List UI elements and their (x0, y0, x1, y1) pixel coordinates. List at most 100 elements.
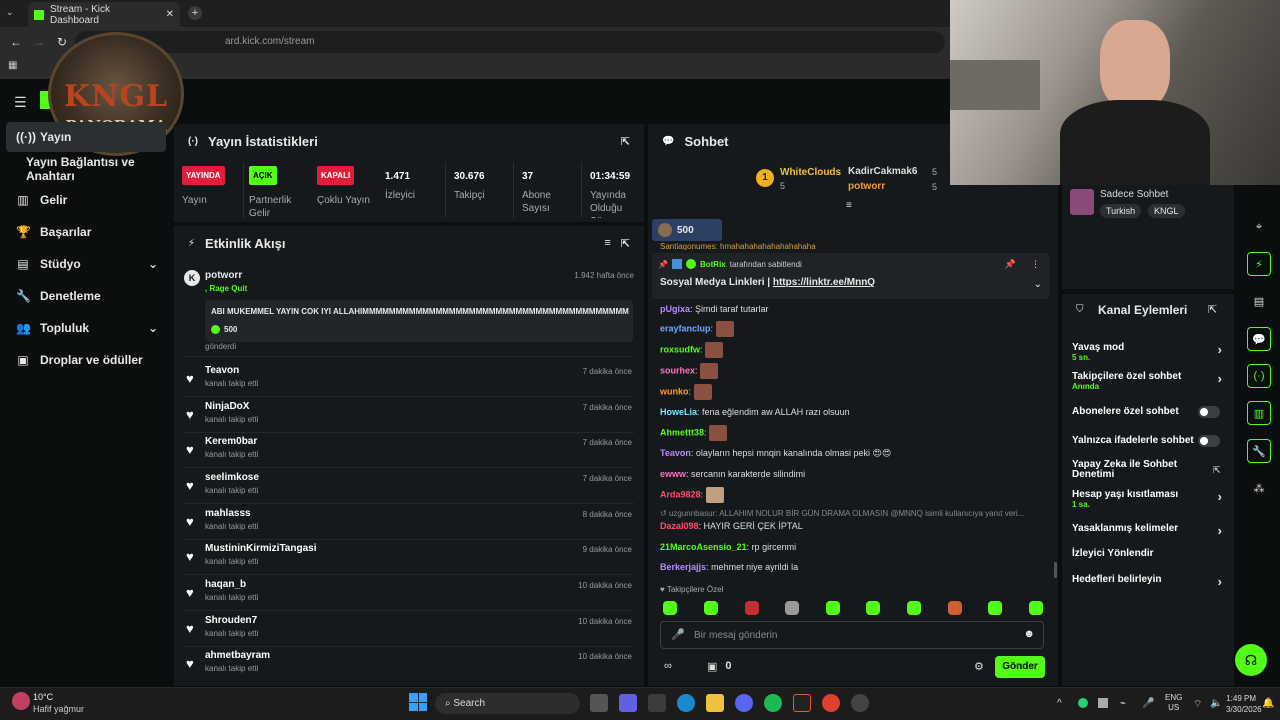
new-tab-icon[interactable]: + (188, 6, 202, 20)
chat-input[interactable]: 🎤 Bir mesaj gönderin ☻ (660, 621, 1044, 649)
action-ai-moderation[interactable]: Yapay Zeka ile Sohbet Denetimi (1072, 460, 1202, 484)
sidebar-item-stream-key[interactable]: Yayın Bağlantısı ve Anahtarı (16, 154, 176, 184)
stream-category[interactable]: Sadece Sohbet (1100, 189, 1168, 200)
emote-icon[interactable] (948, 601, 962, 615)
event-user[interactable]: haqan_b (205, 579, 246, 590)
event-user[interactable]: Shrouden7 (205, 615, 257, 626)
chat-user[interactable]: wunko (660, 386, 689, 396)
broadcast-icon[interactable]: (·) (1247, 364, 1271, 388)
popout-icon[interactable]: ⇱ (621, 135, 630, 148)
obs-icon[interactable] (851, 694, 869, 712)
emote-icon[interactable] (866, 601, 880, 615)
wrench-icon[interactable]: 🔧 (1247, 439, 1271, 463)
popout-icon[interactable]: ⇱ (621, 237, 630, 250)
more-options-icon[interactable]: ⋮ (1031, 259, 1040, 270)
sidebar-item-droplar[interactable]: ▣ Droplar ve ödüller (6, 345, 166, 375)
tag-pill[interactable]: KNGL (1148, 204, 1185, 218)
emote-icon[interactable] (663, 601, 677, 615)
chat-user[interactable]: sourhex (660, 365, 695, 375)
support-headset-icon[interactable]: ☊ (1235, 644, 1267, 676)
people-icon[interactable]: ⁂ (1247, 476, 1271, 500)
back-arrow-icon[interactable]: ← (10, 35, 22, 49)
taskbar-search[interactable]: ⌕ Search (435, 693, 580, 714)
toggle-switch[interactable] (1198, 406, 1220, 418)
tab-list-icon[interactable]: ⌄ (6, 7, 20, 21)
volume-icon[interactable]: 🔈 (1210, 698, 1222, 709)
chat-user[interactable]: Dazal098 (660, 521, 699, 531)
action-goals[interactable]: Hedefleri belirleyin › (1072, 574, 1228, 589)
apps-grid-icon[interactable]: ▦ (8, 60, 17, 71)
chat-user[interactable]: erayfanclup (660, 323, 711, 333)
chat-user[interactable]: ewww (660, 469, 686, 479)
event-user[interactable]: Teavon (205, 365, 239, 376)
chat-user[interactable]: 21MarcoAsensio_21 (660, 542, 747, 552)
emoji-icon[interactable]: ☻ (1023, 628, 1035, 640)
popout-icon[interactable]: ⇱ (1208, 303, 1217, 316)
task-view-icon[interactable] (590, 694, 608, 712)
chat-bubble-icon[interactable]: 💬 (1247, 327, 1271, 351)
discord-icon[interactable] (735, 694, 753, 712)
store-icon[interactable] (648, 694, 666, 712)
edge-icon[interactable] (677, 694, 695, 712)
event-user[interactable]: seelimkose (205, 472, 259, 483)
file-explorer-icon[interactable] (706, 694, 724, 712)
copilot-icon[interactable] (619, 694, 637, 712)
app-icon[interactable] (793, 694, 811, 712)
lightning-icon[interactable]: ⚡ (1247, 252, 1271, 276)
action-raid[interactable]: İzleyici Yönlendir (1072, 548, 1228, 562)
emote-icon[interactable] (826, 601, 840, 615)
tray-chevron-up-icon[interactable]: ^ (1057, 698, 1062, 709)
sidebar-item-gelir[interactable]: ▥ Gelir (6, 185, 166, 215)
emote-icon[interactable] (745, 601, 759, 615)
capture-icon[interactable]: ⌖ (1247, 215, 1271, 239)
action-subs-only[interactable]: Abonelere özel sohbet (1072, 406, 1228, 420)
hamburger-menu-icon[interactable]: ☰ (14, 94, 27, 111)
notification-bell-icon[interactable]: 🔔 (1262, 698, 1274, 709)
collapse-icon[interactable]: ≡ (846, 200, 852, 211)
tray-app-icon[interactable] (1098, 698, 1108, 708)
event-user[interactable]: Kerem0bar (205, 436, 257, 447)
featured-user[interactable]: potworr (205, 270, 242, 281)
action-banned-words[interactable]: Yasaklanmış kelimeler › (1072, 523, 1228, 538)
sidebar-item-studyo[interactable]: ▤ Stüdyo ⌄ (6, 249, 166, 279)
chat-user[interactable]: Arda9828 (660, 489, 701, 499)
settings-gear-icon[interactable]: ⚙ (974, 660, 984, 673)
infinity-icon[interactable]: ∞ (664, 660, 672, 672)
gift-pill[interactable]: 500 (652, 219, 722, 241)
chat-user[interactable]: pUgixa (660, 304, 690, 314)
pin-action-icon[interactable]: 📌 (1005, 259, 1016, 270)
forward-arrow-icon[interactable]: → (33, 35, 45, 49)
emote-icon[interactable] (785, 601, 799, 615)
windows-start-icon[interactable] (409, 693, 427, 711)
language-indicator[interactable]: ENG US (1165, 693, 1182, 713)
document-icon[interactable]: ▤ (1247, 289, 1271, 313)
stats-icon[interactable]: ▥ (1247, 401, 1271, 425)
filter-icon[interactable]: ≡ (604, 237, 610, 249)
chat-user[interactable]: Berkerjajjs (660, 562, 706, 572)
action-slow-mode[interactable]: Yavaş mod 5 sn. › (1072, 342, 1228, 366)
chevron-down-icon[interactable]: ⌄ (1034, 279, 1042, 290)
sidebar-item-basarilar[interactable]: 🏆 Başarılar (6, 217, 166, 247)
spotify-icon[interactable] (764, 694, 782, 712)
chat-user[interactable]: Ahmettt38 (660, 427, 704, 437)
event-user[interactable]: ahmetbayram (205, 650, 270, 661)
clock[interactable]: 1:49 PM 3/30/2026 (1226, 693, 1262, 715)
weather-icon[interactable] (12, 692, 30, 710)
event-user[interactable]: MustininKirmiziTangasi (205, 543, 317, 554)
emote-icon[interactable] (1029, 601, 1043, 615)
weather-temp[interactable]: 10°C (33, 692, 53, 702)
tray-app-icon[interactable]: ⌁ (1120, 698, 1126, 709)
sidebar-item-yayin[interactable]: ((·)) Yayın (6, 122, 166, 152)
action-followers-only[interactable]: Takipçilere özel sohbet Anında › (1072, 371, 1228, 395)
toggle-switch[interactable] (1198, 435, 1220, 447)
tag-pill[interactable]: Turkish (1100, 204, 1142, 218)
external-link-icon[interactable]: ⇱ (1213, 465, 1221, 476)
action-emotes-only[interactable]: Yalnızca ifadelerle sohbet (1072, 435, 1228, 449)
leader-user-1[interactable]: WhiteClouds (780, 167, 841, 178)
url-bar[interactable]: ard.kick.com/stream (75, 31, 945, 53)
sidebar-item-denetleme[interactable]: 🔧 Denetleme (6, 281, 166, 311)
sidebar-item-topluluk[interactable]: 👥 Topluluk ⌄ (6, 313, 166, 343)
reload-icon[interactable]: ↻ (57, 35, 67, 49)
send-button[interactable]: Gönder (995, 656, 1045, 678)
emote-icon[interactable] (907, 601, 921, 615)
